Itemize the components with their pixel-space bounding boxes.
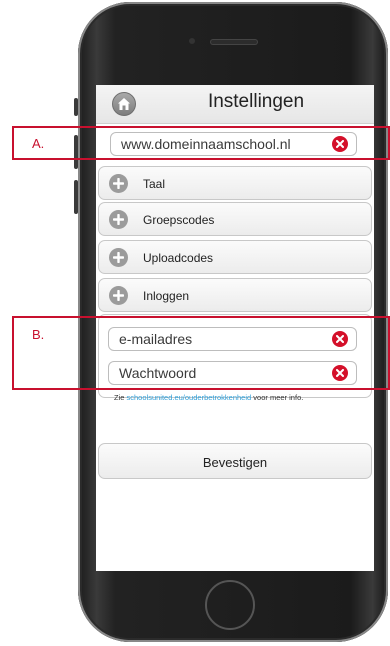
menu-item-groepscodes[interactable]: Groepscodes xyxy=(98,202,372,236)
confirm-button-label: Bevestigen xyxy=(202,455,268,470)
page-title: Instellingen xyxy=(207,91,305,112)
menu-item-label: Uploadcodes xyxy=(143,251,214,265)
front-camera xyxy=(189,38,195,44)
home-glyph xyxy=(118,98,130,110)
mute-switch xyxy=(74,98,78,116)
earpiece-speaker xyxy=(211,40,257,44)
menu-item-uploadcodes[interactable]: Uploadcodes xyxy=(98,240,372,274)
home-button[interactable] xyxy=(205,580,255,630)
info-link[interactable]: schoolsunited.eu/ouderbetrokkenheid xyxy=(127,393,252,402)
menu-item-taal[interactable]: Taal xyxy=(98,166,372,200)
menu-item-label: Inloggen xyxy=(143,289,190,303)
plus-icon xyxy=(109,248,128,267)
volume-down-button xyxy=(74,180,78,214)
menu-item-label: Groepscodes xyxy=(143,213,215,227)
annotation-label-a: A. xyxy=(32,136,45,151)
title-bar: Instellingen xyxy=(96,85,374,124)
info-text: Zie schoolsunited.eu/ouderbetrokkenheid … xyxy=(114,393,303,402)
annotation-box-a xyxy=(12,126,390,160)
annotation-box-b xyxy=(12,316,390,390)
confirm-button[interactable]: Bevestigen xyxy=(98,443,372,479)
info-prefix: Zie xyxy=(114,393,125,402)
info-suffix: voor meer info. xyxy=(253,393,304,402)
plus-icon xyxy=(109,174,128,193)
annotation-label-b: B. xyxy=(32,327,45,342)
menu-item-inloggen[interactable]: Inloggen xyxy=(98,278,372,312)
plus-icon xyxy=(109,210,128,229)
plus-icon xyxy=(109,286,128,305)
home-icon[interactable] xyxy=(112,92,136,116)
menu-item-label: Taal xyxy=(143,177,166,191)
